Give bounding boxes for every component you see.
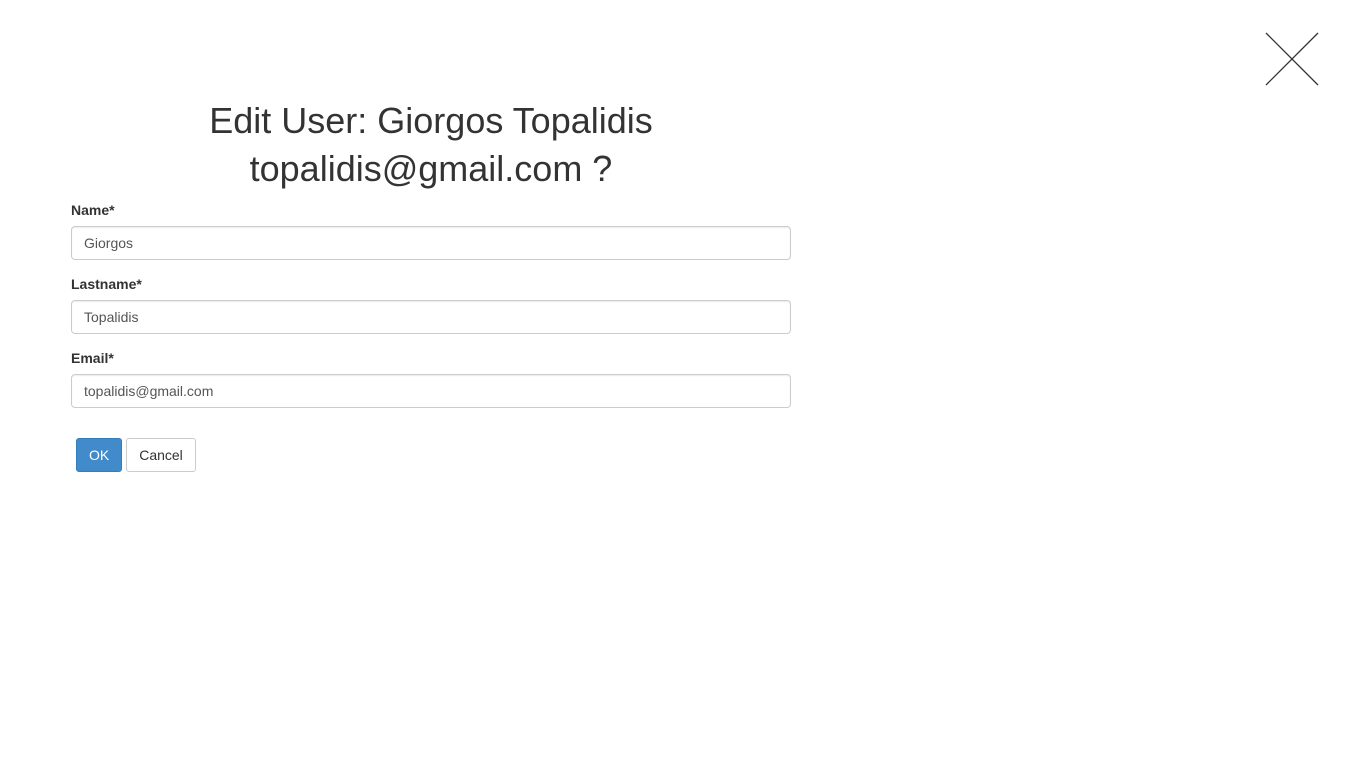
lastname-field-group: Lastname* — [71, 274, 791, 334]
email-input[interactable] — [71, 374, 791, 408]
close-button[interactable] — [1264, 31, 1320, 87]
edit-user-page: Edit User: Giorgos Topalidis topalidis@g… — [0, 0, 1347, 757]
email-field-group: Email* — [71, 348, 791, 408]
cancel-button[interactable]: Cancel — [126, 438, 196, 472]
close-icon — [1265, 32, 1319, 86]
lastname-input[interactable] — [71, 300, 791, 334]
ok-button[interactable]: OK — [76, 438, 122, 472]
edit-user-form: Name* Lastname* Email* OK Cancel — [62, 200, 800, 472]
dialog-title: Edit User: Giorgos Topalidis topalidis@g… — [209, 100, 653, 189]
form-actions: OK Cancel — [71, 438, 791, 472]
name-input[interactable] — [71, 226, 791, 260]
email-label: Email* — [71, 350, 114, 366]
name-label: Name* — [71, 202, 115, 218]
edit-user-dialog: Edit User: Giorgos Topalidis topalidis@g… — [62, 97, 800, 472]
lastname-label: Lastname* — [71, 276, 142, 292]
name-field-group: Name* — [71, 200, 791, 260]
